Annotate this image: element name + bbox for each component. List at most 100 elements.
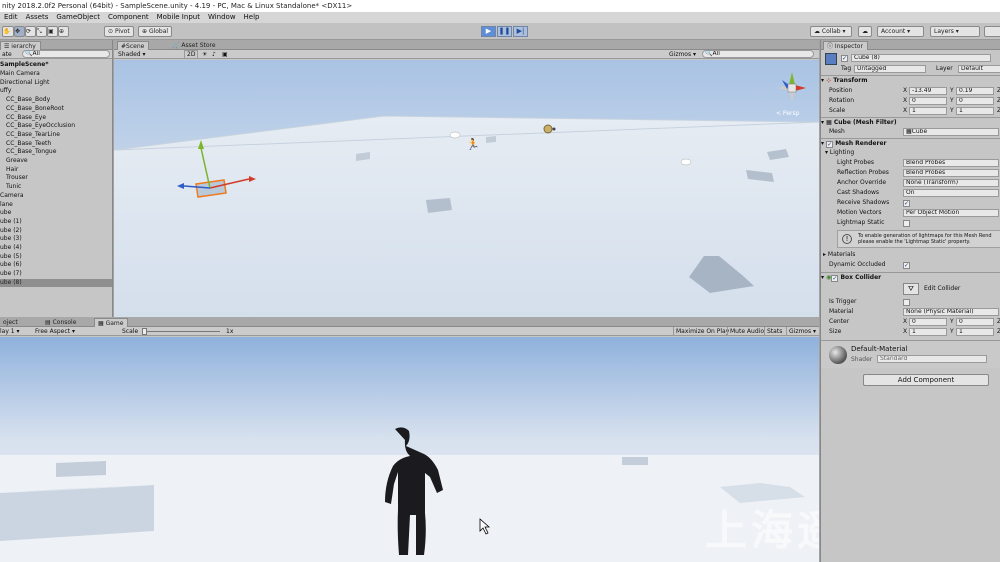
is-trigger-checkbox[interactable] [903,299,910,306]
pause-button[interactable]: ❚❚ [497,26,512,37]
lightmap-static-checkbox[interactable] [903,220,910,227]
anchor-override-dropdown[interactable]: None (Transform) [903,179,999,187]
rotate-tool-icon[interactable]: ⟳ [25,26,36,37]
center-y-field[interactable]: 0 [956,318,994,326]
tag-dropdown[interactable]: Untagged [854,65,926,73]
shading-dropdown[interactable]: Shaded ▾ [118,50,146,59]
menu-help[interactable]: Help [244,12,260,23]
scene-gizmos-dropdown[interactable]: Gizmos ▾ [669,50,696,59]
scale-y-field[interactable]: 1 [956,107,994,115]
scale-slider[interactable] [142,328,220,335]
hand-tool-icon[interactable]: ✋ [2,26,14,37]
game-gizmos-dropdown[interactable]: Gizmos ▾ [786,327,816,336]
reflection-probes-dropdown[interactable]: Blend Probes [903,169,999,177]
hierarchy-item[interactable]: Camera [0,192,112,201]
scale-x-field[interactable]: 1 [909,107,947,115]
tab-inspector[interactable]: ⓘ Inspector [823,41,868,50]
mute-audio-toggle[interactable]: Mute Audio [727,327,764,336]
orientation-gizmo[interactable] [772,68,812,108]
global-toggle[interactable]: ⊕ Global [138,26,173,37]
hierarchy-item[interactable]: Greave [0,157,112,166]
collab-dropdown[interactable]: ☁ Collab ▾ [810,26,852,37]
play-button[interactable]: ▶ [481,26,496,37]
mesh-field[interactable]: ▦Cube [903,128,999,136]
step-button[interactable]: ▶| [513,26,528,37]
hierarchy-item[interactable]: uffy [0,87,112,96]
receive-shadows-checkbox[interactable]: ✓ [903,200,910,207]
hierarchy-item[interactable]: ube (7) [0,270,112,279]
menu-assets[interactable]: Assets [26,12,49,23]
layer-dropdown[interactable]: Default [958,65,1000,73]
menu-gameobject[interactable]: GameObject [56,12,100,23]
light-probes-dropdown[interactable]: Blend Probes [903,159,999,167]
edit-collider-button[interactable]: ⛛ [903,283,919,295]
transform-tool-icon[interactable]: ⊕ [58,26,69,37]
effects-toggle-icon[interactable]: ▣ [222,50,228,59]
hierarchy-item[interactable]: CC_Base_Eye [0,114,112,123]
light-toggle-icon[interactable]: ☀ [202,50,207,59]
hierarchy-item[interactable]: ube (4) [0,244,112,253]
maximize-on-play-toggle[interactable]: Maximize On Play [673,327,729,336]
tab-console[interactable]: ▤ Console [42,318,80,327]
scene-search[interactable]: 🔍All [702,50,814,58]
hierarchy-item[interactable]: Trouser [0,174,112,183]
hierarchy-search[interactable]: 🔍All [22,50,110,58]
tab-scene[interactable]: #Scene [117,41,150,50]
shader-dropdown[interactable]: Standard [877,355,987,363]
hierarchy-item[interactable]: Tunic [0,183,112,192]
collider-material-field[interactable]: None (Physic Material) [903,308,999,316]
audio-toggle-icon[interactable]: ♪ [212,50,216,59]
rotation-x-field[interactable]: 0 [909,97,947,105]
hierarchy-item[interactable]: ube (3) [0,235,112,244]
center-x-field[interactable]: 0 [909,318,947,326]
hierarchy-item[interactable]: ube (5) [0,253,112,262]
hierarchy-item[interactable]: CC_Base_TearLine [0,131,112,140]
box-collider-header[interactable]: ▾ ◉✓ Box Collider [821,272,1000,283]
hierarchy-item[interactable]: Directional Light [0,79,112,88]
hierarchy-item[interactable]: CC_Base_Teeth [0,140,112,149]
box-collider-checkbox[interactable]: ✓ [831,275,839,282]
cloud-icon[interactable]: ☁ [858,26,872,37]
add-component-button[interactable]: Add Component [863,374,989,386]
menu-window[interactable]: Window [208,12,236,23]
hierarchy-item[interactable]: lane [0,201,112,210]
mesh-renderer-checkbox[interactable]: ✓ [826,141,834,148]
create-dropdown[interactable]: ate [2,50,12,59]
hierarchy-item[interactable]: CC_Base_Body [0,96,112,105]
hierarchy-item[interactable]: ube (8) [0,278,112,288]
game-viewport[interactable]: 上海遥知 [0,337,819,562]
hierarchy-item[interactable]: Hair [0,166,112,175]
motion-vectors-dropdown[interactable]: Per Object Motion [903,209,999,217]
size-x-field[interactable]: 1 [909,328,947,336]
hierarchy-item[interactable]: ube (6) [0,261,112,270]
hierarchy-item[interactable]: CC_Base_EyeOcclusion [0,122,112,131]
hierarchy-item[interactable]: CC_Base_Tongue [0,148,112,157]
menu-mobile-input[interactable]: Mobile Input [157,12,200,23]
hierarchy-item[interactable]: Main Camera [0,70,112,79]
transform-header[interactable]: ▾ ⊹ Transform [821,75,1000,86]
pivot-toggle[interactable]: ⊙ Pivot [104,26,134,37]
size-y-field[interactable]: 1 [956,328,994,336]
tab-asset-store[interactable]: 🛒 Asset Store [169,41,220,50]
hierarchy-item[interactable]: ube (1) [0,218,112,227]
hierarchy-item[interactable]: ube (2) [0,227,112,236]
position-y-field[interactable]: 0.19 [956,87,994,95]
account-dropdown[interactable]: Account ▾ [877,26,924,37]
scene-viewport[interactable]: 🏃 < Persp [114,60,819,317]
2d-toggle[interactable]: 2D [184,50,199,59]
tab-game[interactable]: ▦ Game [94,318,129,327]
menu-edit[interactable]: Edit [4,12,18,23]
position-x-field[interactable]: -13.49 [909,87,947,95]
scene-root[interactable]: SampleScene* [0,61,112,70]
rotation-y-field[interactable]: 0 [956,97,994,105]
active-checkbox[interactable]: ✓ [841,55,848,62]
stats-toggle[interactable]: Stats [764,327,782,336]
display-dropdown[interactable]: lay 1 ▾ [0,327,20,336]
dynamic-occluded-checkbox[interactable]: ✓ [903,262,910,269]
scale-tool-icon[interactable]: ⤡ [36,26,47,37]
hierarchy-item[interactable]: CC_Base_BoneRoot [0,105,112,114]
materials-foldout[interactable]: ▸ Materials [823,250,855,260]
menu-component[interactable]: Component [108,12,149,23]
lighting-foldout[interactable]: ▾ Lighting [825,148,854,158]
layout-dropdown[interactable] [984,26,1000,37]
